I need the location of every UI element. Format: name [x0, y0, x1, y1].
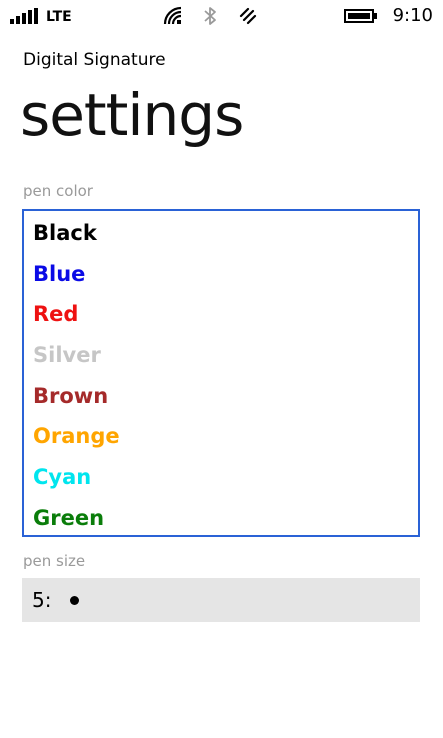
color-option-red[interactable]: Red: [24, 294, 418, 335]
signal-icon: [10, 8, 38, 24]
pen-size-picker[interactable]: 5:: [22, 578, 420, 622]
pen-size-label: pen size: [23, 552, 86, 570]
color-option-cyan[interactable]: Cyan: [24, 457, 418, 498]
pen-size-preview-dot: [70, 596, 79, 605]
bluetooth-icon: [204, 7, 216, 25]
wifi-icon: [163, 6, 182, 25]
color-option-orange[interactable]: Orange: [24, 416, 418, 457]
clock: 9:10: [392, 5, 433, 26]
pen-color-label: pen color: [23, 182, 93, 200]
color-option-black[interactable]: Black: [24, 213, 418, 254]
location-icon: [239, 7, 257, 25]
pen-color-list[interactable]: Black Blue Red Silver Brown Orange Cyan …: [22, 209, 420, 537]
color-option-silver[interactable]: Silver: [24, 335, 418, 376]
status-bar: LTE 9:10: [0, 0, 443, 32]
color-option-blue[interactable]: Blue: [24, 254, 418, 295]
color-option-green[interactable]: Green: [24, 498, 418, 539]
app-title: Digital Signature: [23, 50, 166, 70]
color-option-brown[interactable]: Brown: [24, 376, 418, 417]
pen-size-value: 5:: [32, 588, 52, 612]
page-title: settings: [20, 81, 244, 149]
battery-icon: [344, 9, 377, 23]
network-type: LTE: [46, 9, 72, 25]
